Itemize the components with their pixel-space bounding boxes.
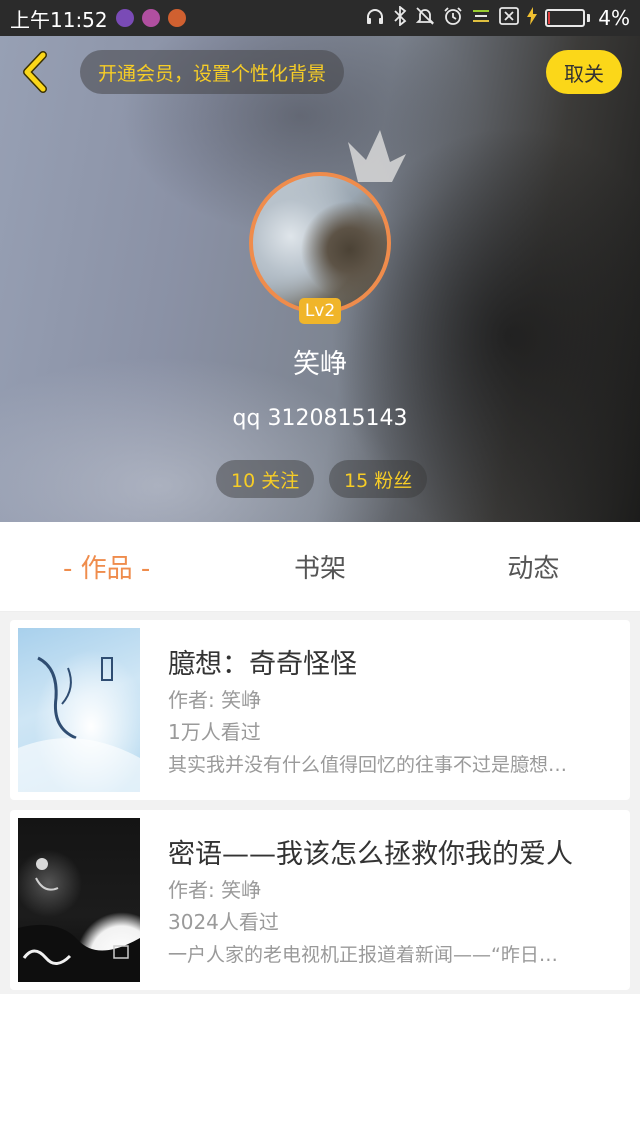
chevron-left-icon: [23, 51, 47, 93]
tab-bookshelf[interactable]: 书架: [213, 548, 426, 585]
profile-tabs: - 作品 - 书架 动态: [0, 522, 640, 612]
empty-area: [0, 994, 640, 1138]
app-notification-icon: [141, 9, 160, 27]
book-cover-image: [18, 818, 140, 982]
vip-background-prompt[interactable]: 开通会员，设置个性化背景: [80, 50, 345, 94]
avatar[interactable]: [249, 172, 391, 314]
alarm-icon: [443, 6, 463, 31]
app-notification-icon: [167, 9, 186, 27]
profile-header: 开通会员，设置个性化背景 取关 Lv2 笑峥 qq 3120815143 10 …: [0, 36, 640, 522]
qq-number: qq 3120815143: [232, 406, 408, 431]
mute-icon: [415, 6, 435, 31]
works-list: 臆想：奇奇怪怪 作者: 笑峥 1万人看过 其实我并没有什么值得回忆的往事不过是臆…: [0, 612, 640, 994]
menu-icon: [471, 8, 491, 29]
level-badge: Lv2: [299, 298, 341, 324]
book-author: 作者: 笑峥: [168, 688, 262, 712]
book-title: 臆想：奇奇怪怪: [168, 649, 357, 680]
book-title: 密语——我该怎么拯救你我的爱人: [168, 839, 573, 870]
back-button[interactable]: [14, 50, 58, 94]
battery-icon: [545, 9, 591, 27]
followers-count-button[interactable]: 15 粉丝: [329, 460, 428, 498]
book-summary: 其实我并没有什么值得回忆的往事不过是臆想…: [168, 754, 568, 776]
charging-icon: [527, 6, 538, 30]
bluetooth-icon: [393, 4, 407, 31]
book-read-count: 1万人看过: [168, 720, 261, 744]
book-read-count: 3024人看过: [168, 910, 279, 934]
battery-percent: 4%: [598, 6, 630, 30]
tab-works[interactable]: - 作品 -: [0, 548, 213, 585]
book-summary: 一户人家的老电视机正报道着新闻——“昨日…: [168, 944, 558, 966]
status-time: 上午11:52: [10, 7, 108, 32]
unfollow-button[interactable]: 取关: [546, 50, 622, 94]
following-count-button[interactable]: 10 关注: [216, 460, 315, 498]
book-author: 作者: 笑峥: [168, 878, 262, 902]
app-notification-icon: [115, 9, 134, 27]
tab-activity[interactable]: 动态: [427, 548, 640, 585]
book-card[interactable]: 密语——我该怎么拯救你我的爱人 作者: 笑峥 3024人看过 一户人家的老电视机…: [10, 810, 630, 990]
avatar-image: [249, 172, 391, 314]
book-cover-image: [18, 628, 140, 792]
close-box-icon: [499, 6, 520, 30]
status-bar: 上午11:52 4%: [0, 0, 640, 36]
book-card[interactable]: 臆想：奇奇怪怪 作者: 笑峥 1万人看过 其实我并没有什么值得回忆的往事不过是臆…: [10, 620, 630, 800]
headphones-icon: [365, 7, 385, 30]
username: 笑峥: [293, 349, 347, 380]
